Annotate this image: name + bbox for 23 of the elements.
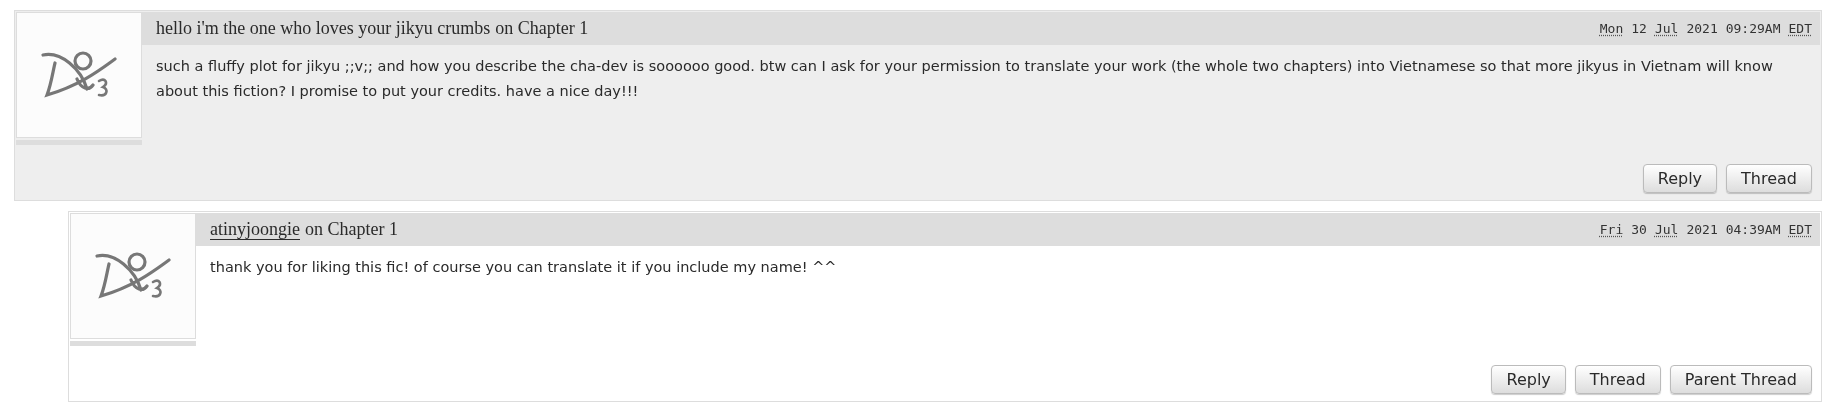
comment-text: such a fluffy plot for jikyu ;;v;; and how you describe the cha-dev is soooooo good. btw can I ask for your permission to translate your work (the whole two chapters) into Vietnamese so that more jikyus in Vietnam will know about this fiction? I promise to put your credits. have a nice day!!! [155,57,1774,101]
timezone: EDT [1788,19,1812,38]
action-button[interactable]: Parent Thread [1669,365,1812,394]
weekday: Fri [1599,220,1624,239]
chapter-label: on Chapter 1 [495,17,589,40]
day: 12 [1631,18,1647,39]
year: 2021 [1686,220,1718,239]
timezone: EDT [1788,220,1812,239]
author-link[interactable]: atinyjoongie [210,216,300,243]
time: 04:39AM [1725,220,1781,239]
action-button[interactable]: Reply [1642,164,1718,193]
comment-text: thank you for liking this fic! of course you can translate it if you include my name! ^^ [209,258,838,277]
time: 09:29AM [1725,19,1781,38]
year: 2021 [1686,19,1718,38]
month: Jul [1654,220,1679,239]
action-button[interactable]: Thread [1726,164,1812,193]
weekday: Mon [1599,19,1624,38]
month: Jul [1654,19,1679,38]
day: 30 [1631,219,1647,240]
action-button[interactable]: Reply [1491,365,1566,394]
action-button[interactable]: Thread [1574,365,1661,394]
chapter-label: on Chapter 1 [305,218,398,241]
author-name: hello i'm the one who loves your jikyu crumbs [156,17,491,40]
